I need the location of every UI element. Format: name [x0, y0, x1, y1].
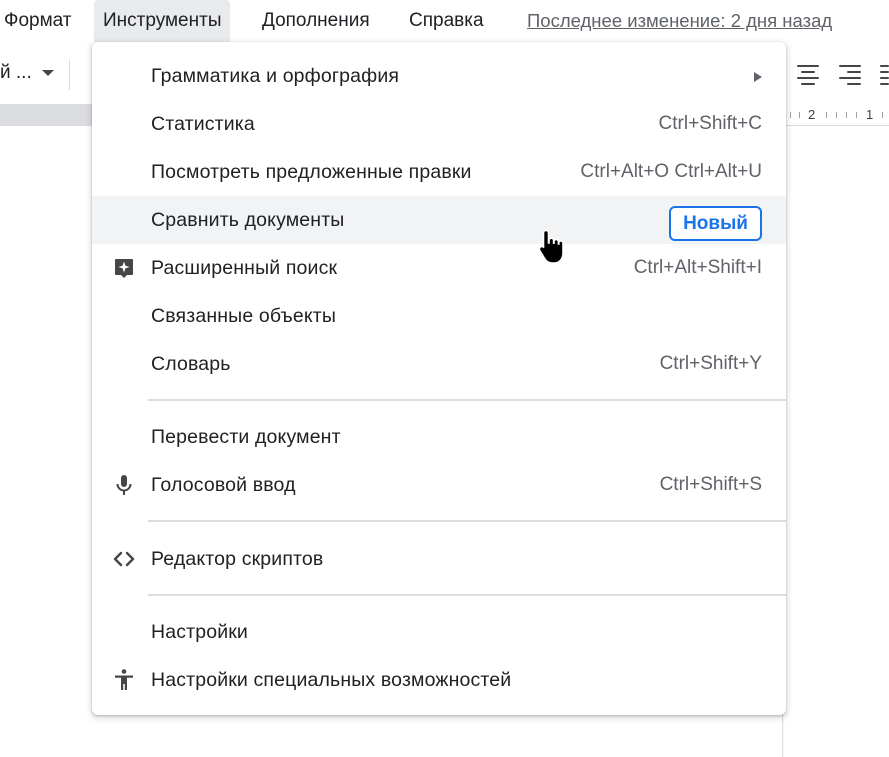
new-badge: Новый	[669, 206, 762, 241]
docs-window: Формат Инструменты Дополнения Справка По…	[0, 0, 889, 757]
menu-item-label: Сравнить документы	[151, 209, 345, 231]
menu-item-shortcut: Ctrl+Shift+C	[658, 113, 762, 134]
microphone-icon	[112, 473, 136, 497]
tools-menu: Грамматика и орфография Статистика Ctrl+…	[92, 42, 786, 715]
menu-item-label: Словарь	[151, 353, 231, 375]
font-select-value[interactable]: й ...	[0, 62, 32, 84]
menu-item-label: Связанные объекты	[151, 305, 337, 327]
menu-item-label: Настройки специальных возможностей	[151, 669, 512, 691]
code-icon	[112, 547, 136, 571]
document-page-right[interactable]	[784, 126, 889, 757]
ruler-tick	[836, 112, 837, 118]
menu-item-voice-typing[interactable]: Голосовой ввод Ctrl+Shift+S	[92, 461, 786, 509]
sparkle-search-icon	[112, 256, 136, 280]
last-edit-link[interactable]: Последнее изменение: 2 дня назад	[527, 0, 832, 42]
submenu-arrow-icon	[754, 72, 762, 82]
menu-help[interactable]: Справка	[409, 0, 484, 42]
ruler-tick	[846, 112, 847, 118]
menu-item-accessibility[interactable]: Настройки специальных возможностей	[92, 656, 786, 704]
menu-item-shortcut: Ctrl+Alt+Shift+I	[633, 257, 762, 278]
menu-item-script-editor[interactable]: Редактор скриптов	[92, 535, 786, 583]
ruler-tick	[799, 112, 800, 118]
menu-addons[interactable]: Дополнения	[262, 0, 370, 42]
menu-item-linked-objects[interactable]: Связанные объекты	[92, 292, 786, 340]
menu-item-label: Расширенный поиск	[151, 257, 338, 279]
menu-item-label: Голосовой ввод	[151, 474, 296, 496]
menu-item-explore[interactable]: Расширенный поиск Ctrl+Alt+Shift+I	[92, 244, 786, 292]
menu-divider	[148, 520, 786, 522]
ruler-tick	[882, 112, 883, 118]
ruler-tick	[790, 112, 791, 118]
align-right-icon[interactable]	[839, 64, 861, 86]
menu-item-shortcut: Ctrl+Shift+Y	[659, 353, 762, 374]
menu-item-shortcut: Ctrl+Alt+O Ctrl+Alt+U	[580, 161, 762, 182]
menu-item-compare-documents[interactable]: Сравнить документы Новый	[92, 196, 786, 244]
menu-item-label: Грамматика и орфография	[151, 65, 400, 87]
menu-item-translate[interactable]: Перевести документ	[92, 413, 786, 461]
menu-divider	[148, 594, 786, 596]
menu-tools[interactable]: Инструменты	[94, 0, 231, 42]
accessibility-icon	[112, 668, 136, 692]
menu-item-word-count[interactable]: Статистика Ctrl+Shift+C	[92, 100, 786, 148]
menu-item-label: Перевести документ	[151, 426, 341, 448]
dropdown-caret[interactable]	[42, 70, 54, 76]
align-justify-icon[interactable]	[880, 64, 889, 86]
ruler-number: 1	[866, 107, 874, 122]
align-center-icon[interactable]	[797, 64, 819, 86]
menu-item-label: Редактор скриптов	[151, 548, 324, 570]
hand-pointer-cursor-icon	[538, 229, 564, 264]
menu-item-dictionary[interactable]: Словарь Ctrl+Shift+Y	[92, 340, 786, 388]
menu-item-preferences[interactable]: Настройки	[92, 608, 786, 656]
menu-format[interactable]: Формат	[4, 0, 72, 42]
menu-item-shortcut: Ctrl+Shift+S	[659, 474, 762, 495]
menu-bar: Формат Инструменты Дополнения Справка По…	[0, 0, 889, 42]
menu-item-grammar[interactable]: Грамматика и орфография	[92, 52, 786, 100]
menu-item-label: Настройки	[151, 621, 248, 643]
ruler-number: 2	[808, 107, 816, 122]
ruler-tick	[856, 112, 857, 118]
menu-item-label: Статистика	[151, 113, 255, 135]
ruler-tick	[826, 112, 827, 118]
menu-divider	[148, 399, 786, 401]
toolbar-separator	[69, 60, 70, 90]
menu-item-review-edits[interactable]: Посмотреть предложенные правки Ctrl+Alt+…	[92, 148, 786, 196]
menu-item-label: Посмотреть предложенные правки	[151, 161, 472, 183]
